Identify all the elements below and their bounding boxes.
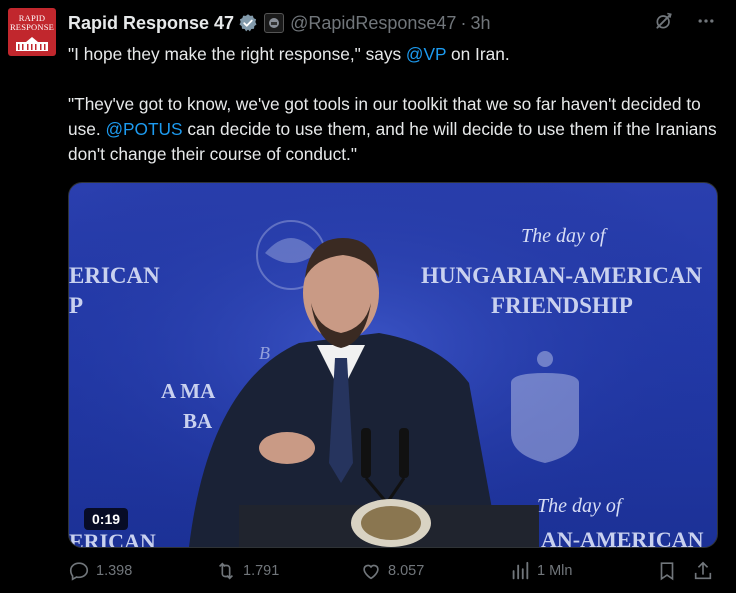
- like-icon: [363, 564, 379, 580]
- post-time[interactable]: 3h: [470, 13, 490, 34]
- video-player[interactable]: The day of HUNGARIAN-AMERICAN FRIENDSHIP…: [68, 182, 718, 548]
- separator-dot: ·: [460, 12, 467, 33]
- more-icon[interactable]: [696, 11, 716, 36]
- views-count: 1 Mln: [537, 563, 573, 579]
- backdrop-line-1: HUNGARIAN-AMERICAN: [421, 263, 703, 288]
- repost-icon: [218, 562, 234, 580]
- views-button[interactable]: 1 Mln: [509, 560, 572, 582]
- text-segment: "I hope they make the right response," s…: [68, 44, 406, 64]
- repost-count: 1.791: [243, 563, 280, 579]
- post-text-paragraph-1: "I hope they make the right response," s…: [68, 42, 718, 67]
- backdrop-script-top: The day of: [521, 225, 606, 247]
- text-segment: on Iran.: [446, 44, 510, 64]
- bookmark-button[interactable]: [656, 560, 678, 582]
- reply-count: 1.398: [96, 563, 133, 579]
- backdrop-line-2: FRIENDSHIP: [491, 293, 633, 318]
- video-frame: [69, 183, 717, 547]
- repost-button[interactable]: 1.791: [215, 560, 279, 582]
- bookmark-icon: [660, 562, 674, 581]
- reply-button[interactable]: 1.398: [68, 560, 132, 582]
- post-header: Rapid Response 47 @RapidResponse47 · 3h: [68, 11, 716, 35]
- action-bar: 1.398 1.791 8.057 1 Mln: [68, 560, 718, 588]
- post-text: "I hope they make the right response," s…: [68, 42, 718, 167]
- video-time-badge: 0:19: [84, 508, 129, 530]
- backdrop-bottom-left: ERICAN: [69, 529, 156, 548]
- verified-badge-icon[interactable]: [238, 13, 258, 33]
- backdrop-left-line-3: A MA: [161, 379, 216, 403]
- mention-link-potus[interactable]: @POTUS: [105, 119, 182, 139]
- share-icon: [694, 561, 712, 580]
- grok-icon[interactable]: [654, 11, 674, 36]
- backdrop-left-line-2: P: [69, 293, 84, 318]
- reply-icon: [69, 562, 89, 581]
- author-handle[interactable]: @RapidResponse47: [290, 13, 456, 34]
- backdrop-left-line-1: ERICAN: [69, 263, 160, 288]
- like-count: 8.057: [388, 563, 425, 579]
- backdrop-bottom-right: AN-AMERICAN: [541, 527, 704, 548]
- backdrop-script-bottom: The day of: [537, 495, 622, 517]
- white-house-icon: [16, 37, 48, 51]
- mention-link-vp[interactable]: @VP: [406, 44, 446, 64]
- post-text-paragraph-2: "They've got to know, we've got tools in…: [68, 92, 718, 167]
- government-badge-icon[interactable]: [264, 13, 285, 33]
- like-button[interactable]: 8.057: [360, 560, 424, 582]
- author-name[interactable]: Rapid Response 47: [68, 13, 234, 34]
- views-icon: [512, 561, 529, 580]
- avatar[interactable]: RAPID RESPONSE: [8, 8, 56, 56]
- backdrop-left-script: B: [259, 343, 270, 363]
- avatar-text-response: RESPONSE: [9, 22, 55, 32]
- backdrop-left-line-4: BA: [183, 409, 213, 433]
- share-button[interactable]: [692, 560, 714, 582]
